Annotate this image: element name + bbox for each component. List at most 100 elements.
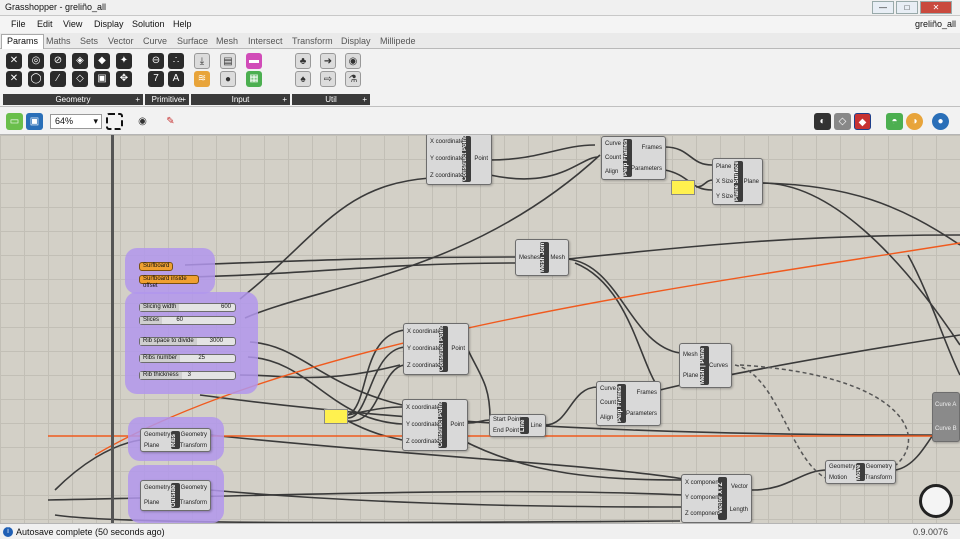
circle-param-icon[interactable]: ◯	[28, 71, 44, 87]
window-controls: — □ ✕	[872, 1, 952, 14]
mesh-param-icon[interactable]: ✦	[116, 53, 132, 69]
menu-help[interactable]: Help	[173, 19, 192, 29]
plane-surface-component[interactable]: Plane X Size Y Size Plane Surface Plane	[712, 158, 763, 205]
line-param-icon[interactable]: ⁄	[50, 71, 66, 87]
ribbon-group-input: ⤓ ▤ ▬ ≋ ● ▦ Input +	[191, 51, 290, 105]
tab-intersect[interactable]: Intersect	[248, 36, 283, 46]
ribbon-group-label: Geometry +	[3, 94, 143, 105]
perp-frames-component[interactable]: Curve Count Align Perp Frames Frames Parame…	[596, 381, 661, 426]
tab-mesh[interactable]: Mesh	[216, 36, 238, 46]
cherry-picker-icon[interactable]: ♣	[295, 53, 311, 69]
forward-arrow-icon[interactable]: ⇨	[320, 71, 336, 87]
vector-param-icon[interactable]: ✕	[6, 71, 22, 87]
rib-space-slider[interactable]: Rib space to divide 3000	[139, 337, 236, 346]
boolean-toggle-icon[interactable]: ●	[220, 71, 236, 87]
perp-frames-component[interactable]: Curve Count Align Perp Frames Frames Parame…	[601, 136, 666, 180]
rib-thickness-slider[interactable]: Rib thickness 3	[139, 371, 236, 380]
tab-transform[interactable]: Transform	[292, 36, 333, 46]
maximize-button[interactable]: □	[896, 1, 918, 14]
outside-orient-component[interactable]: Geometry Plane Outside Geometry Transform	[140, 480, 211, 511]
tab-params[interactable]: Params	[1, 34, 45, 49]
grasshopper-canvas[interactable]: Surfboard Surfboard inside offset Slicin…	[0, 135, 960, 523]
tab-vector[interactable]: Vector	[108, 36, 134, 46]
ribs-orient-component[interactable]: Geometry Plane Ribs Geometry Transform	[140, 428, 211, 452]
ribbon-group-util: ♣ ➜ ◉ ♠ ⇨ ⚗ Util +	[292, 51, 370, 105]
preview-off-icon[interactable]: ◐	[814, 113, 831, 130]
brep-param-icon[interactable]: ◆	[94, 53, 110, 69]
window-title: Grasshopper - greliño_all	[5, 2, 107, 12]
file-path-icon[interactable]: ▤	[220, 53, 236, 69]
arrow-icon[interactable]: ➜	[320, 53, 336, 69]
move-component[interactable]: Geometry Motion Move Geometry Transform	[825, 460, 896, 484]
eye-icon[interactable]: ◉	[134, 113, 151, 130]
image-sampler-icon[interactable]: ▦	[246, 71, 262, 87]
construct-point-component[interactable]: X coordinate Y coordinate Z coordinate Con…	[403, 323, 469, 375]
box-param-icon[interactable]: ▣	[94, 71, 110, 87]
status-bar: i Autosave complete (50 seconds ago) 0.9…	[0, 523, 960, 539]
open-file-icon[interactable]: ▭	[6, 113, 23, 130]
component-tab-bar: Params Maths Sets Vector Curve Surface M…	[0, 33, 960, 49]
menu-solution[interactable]: Solution	[132, 19, 165, 29]
point-param-icon[interactable]: ◎	[28, 53, 44, 69]
download-icon[interactable]: ⤓	[194, 53, 210, 69]
save-file-icon[interactable]: ▣	[26, 113, 43, 130]
chevron-down-icon: ▾	[93, 116, 98, 126]
menu-view[interactable]: View	[63, 19, 82, 29]
domain-param-icon[interactable]: ∴	[168, 53, 184, 69]
slicing-width-slider[interactable]: Slicing width 600	[139, 303, 236, 312]
canvas-boundary	[111, 135, 114, 523]
title-bar: Grasshopper - greliño_all — □ ✕	[0, 0, 960, 16]
surface-param-icon[interactable]: ◈	[72, 53, 88, 69]
gradient-icon[interactable]: ▬	[246, 53, 262, 69]
tab-surface[interactable]: Surface	[177, 36, 208, 46]
curve-params-component[interactable]: Curve A Curve B	[932, 392, 960, 442]
construct-point-component[interactable]: X coordinate Y coordinate Z coordinate Con…	[426, 135, 492, 185]
field-param-icon[interactable]: ✥	[116, 71, 132, 87]
surfboard-param[interactable]: Surfboard	[139, 262, 173, 271]
preview-material-icon[interactable]: ◑	[906, 113, 923, 130]
number-param-icon[interactable]: 7	[148, 71, 164, 87]
display-options-icon[interactable]: ●	[932, 113, 949, 130]
menu-display[interactable]: Display	[94, 19, 124, 29]
integer-param-icon[interactable]: ⊖	[148, 53, 164, 69]
surfboard-group[interactable]	[125, 248, 215, 294]
mesh-plane-component[interactable]: Mesh Plane Mesh | Plane Curves	[679, 343, 732, 388]
surfboard-offset-param[interactable]: Surfboard inside offset	[139, 275, 199, 289]
mesh-join-component[interactable]: Meshes Mesh Join Mesh	[515, 239, 569, 276]
canvas-toolbar: ▭ ▣ 64% ▾ ◉ ✎ ◐ ◇ ◆ ◓ ◑ ●	[0, 107, 960, 135]
tab-sets[interactable]: Sets	[80, 36, 98, 46]
line-component[interactable]: Start Point End Point Line Line	[489, 414, 546, 437]
flask-icon[interactable]: ⚗	[345, 71, 361, 87]
yellow-panel[interactable]	[324, 409, 348, 424]
slices-slider[interactable]: Slices 60	[139, 316, 236, 325]
vector-xyz-component[interactable]: X component Y component Z component Vector…	[681, 474, 752, 523]
curve-param-icon[interactable]: ⊘	[50, 53, 66, 69]
construct-point-component[interactable]: X coordinate Y coordinate Z coordinate Con…	[402, 399, 468, 451]
ribs-number-slider[interactable]: Ribs number 25	[139, 354, 236, 363]
text-param-icon[interactable]: A	[168, 71, 184, 87]
preview-shaded-icon[interactable]: ◆	[854, 113, 871, 130]
navigation-compass-icon[interactable]	[919, 484, 953, 518]
close-button[interactable]: ✕	[920, 1, 952, 14]
menu-file[interactable]: File	[11, 19, 26, 29]
tab-display[interactable]: Display	[341, 36, 371, 46]
minimize-button[interactable]: —	[872, 1, 894, 14]
preview-selected-icon[interactable]: ◓	[886, 113, 903, 130]
preview-wireframe-icon[interactable]: ◇	[834, 113, 851, 130]
ribbon-group-geometry: ✕ ◎ ⊘ ◈ ◆ ✦ ✕ ◯ ⁄ ◇ ▣ ✥ Geometry +	[3, 51, 143, 105]
sketch-pen-icon[interactable]: ✎	[162, 113, 179, 130]
menu-edit[interactable]: Edit	[37, 19, 53, 29]
plane-param-icon[interactable]: ◇	[72, 71, 88, 87]
galapagos-icon[interactable]: ◉	[345, 53, 361, 69]
tab-millipede[interactable]: Millipede	[380, 36, 416, 46]
tab-curve[interactable]: Curve	[143, 36, 167, 46]
geometry-param-icon[interactable]: ✕	[6, 53, 22, 69]
zoom-dropdown[interactable]: 64% ▾	[50, 114, 102, 129]
status-message: Autosave complete (50 seconds ago)	[16, 527, 165, 537]
tree-icon[interactable]: ♠	[295, 71, 311, 87]
menu-bar: File Edit View Display Solution Help gre…	[0, 16, 960, 33]
zoom-extents-icon[interactable]	[106, 113, 123, 130]
tab-maths[interactable]: Maths	[46, 36, 71, 46]
yellow-panel[interactable]	[671, 180, 695, 195]
graph-mapper-icon[interactable]: ≋	[194, 71, 210, 87]
